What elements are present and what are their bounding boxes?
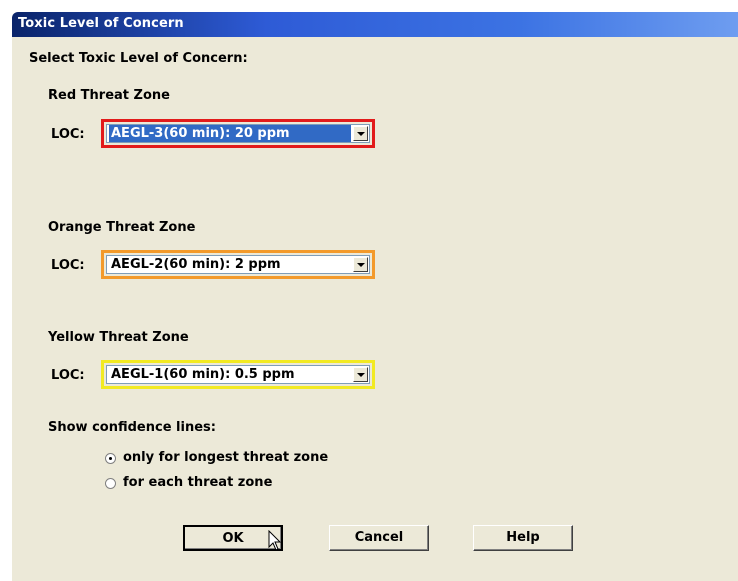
- red-loc-select[interactable]: AEGL-3(60 min): 20 ppm: [106, 124, 370, 143]
- yellow-loc-select[interactable]: AEGL-1(60 min): 0.5 ppm: [106, 365, 370, 384]
- yellow-loc-label: LOC:: [51, 368, 85, 383]
- orange-zone-frame: AEGL-2(60 min): 2 ppm: [101, 250, 375, 279]
- help-button[interactable]: Help: [473, 525, 573, 551]
- radio-label-each: for each threat zone: [123, 475, 273, 490]
- orange-loc-select[interactable]: AEGL-2(60 min): 2 ppm: [106, 255, 370, 274]
- orange-loc-label: LOC:: [51, 258, 85, 273]
- toxic-loc-dialog: Toxic Level of Concern Select Toxic Leve…: [0, 0, 738, 581]
- yellow-loc-value: AEGL-1(60 min): 0.5 ppm: [111, 367, 295, 382]
- radio-button-each[interactable]: [105, 478, 116, 489]
- cancel-button[interactable]: Cancel: [329, 525, 429, 551]
- window-title: Toxic Level of Concern: [18, 16, 184, 31]
- arrow-cursor-icon: [268, 530, 282, 551]
- chevron-down-icon[interactable]: [353, 126, 368, 141]
- red-loc-value: AEGL-3(60 min): 20 ppm: [109, 125, 351, 142]
- yellow-zone-label: Yellow Threat Zone: [48, 330, 189, 345]
- red-zone-label: Red Threat Zone: [48, 88, 170, 103]
- red-loc-label: LOC:: [51, 127, 85, 142]
- radio-label-longest: only for longest threat zone: [123, 450, 329, 465]
- confidence-label: Show confidence lines:: [48, 420, 216, 435]
- select-loc-heading: Select Toxic Level of Concern:: [29, 51, 248, 66]
- radio-option-each[interactable]: for each threat zone: [105, 475, 305, 493]
- chevron-down-icon[interactable]: [353, 367, 368, 382]
- title-bar[interactable]: Toxic Level of Concern: [12, 12, 738, 37]
- red-zone-frame: AEGL-3(60 min): 20 ppm: [101, 119, 375, 148]
- yellow-zone-frame: AEGL-1(60 min): 0.5 ppm: [101, 360, 375, 389]
- chevron-down-icon[interactable]: [353, 257, 368, 272]
- dialog-body: Select Toxic Level of Concern: Red Threa…: [12, 37, 738, 581]
- radio-selected-dot: [109, 457, 112, 460]
- radio-option-longest[interactable]: only for longest threat zone: [105, 450, 365, 468]
- orange-zone-label: Orange Threat Zone: [48, 220, 196, 235]
- radio-button-longest[interactable]: [105, 453, 116, 464]
- orange-loc-value: AEGL-2(60 min): 2 ppm: [111, 257, 281, 272]
